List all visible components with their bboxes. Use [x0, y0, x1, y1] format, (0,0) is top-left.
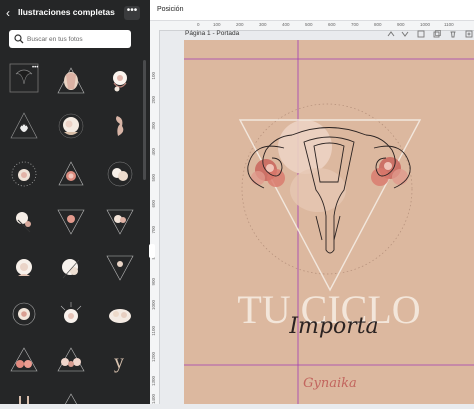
search-box[interactable]	[9, 30, 131, 48]
design-canvas[interactable]: TU CICLO Importa Gynaika	[184, 40, 474, 404]
illustration-thumb[interactable]	[104, 252, 136, 284]
illustration-thumb[interactable]	[55, 344, 87, 376]
illustration-thumb[interactable]	[55, 206, 87, 238]
ruler-tick: 1400	[151, 394, 156, 405]
illustration-thumb[interactable]	[55, 390, 87, 404]
editor-toolbar: Posición	[150, 0, 474, 21]
position-button[interactable]: Posición	[157, 6, 183, 13]
illustration-thumb[interactable]	[8, 344, 40, 376]
ruler-tick: 600	[151, 200, 156, 208]
illustration-thumb[interactable]	[8, 252, 40, 284]
delete-icon[interactable]	[449, 30, 457, 38]
ruler-tick: 100	[213, 22, 221, 27]
ruler-tick: 200	[236, 22, 244, 27]
ruler-tick: 900	[151, 278, 156, 286]
page-title[interactable]: Página 1 - Portada	[185, 30, 239, 37]
ruler-tick: 100	[151, 72, 156, 80]
illustrations-grid: ••• y	[0, 60, 150, 404]
svg-text:•••: •••	[32, 65, 38, 71]
illustration-thumb[interactable]	[104, 65, 136, 97]
ruler-tick: 400	[282, 22, 290, 27]
duplicate-icon[interactable]	[417, 30, 425, 38]
brand-name: Gynaika	[303, 376, 357, 391]
ruler-tick: 1000	[151, 300, 156, 311]
photos-panel: ‹ Ilustraciones completas ••• •••	[0, 0, 150, 404]
page-actions	[385, 30, 474, 39]
illustration-thumb[interactable]	[55, 110, 87, 142]
add-page-icon[interactable]	[465, 30, 473, 38]
ruler-tick: 0	[197, 22, 200, 27]
panel-header: ‹ Ilustraciones completas •••	[6, 5, 144, 23]
illustration-thumb[interactable]	[8, 110, 40, 142]
ruler-tick: 900	[397, 22, 405, 27]
chevron-up-icon[interactable]	[387, 30, 395, 38]
ruler-left: 100 200 300 400 500 600 700 800 900 1000…	[150, 30, 160, 404]
ruler-tick: 300	[259, 22, 267, 27]
ruler-tick: 600	[328, 22, 336, 27]
ruler-tick: 300	[151, 122, 156, 130]
panel-collapse-handle[interactable]	[149, 244, 155, 258]
ruler-tick: 1100	[151, 326, 156, 336]
design-artwork: TU CICLO Importa Gynaika	[184, 40, 474, 404]
design-script-title: Importa	[288, 314, 378, 339]
ruler-tick: 700	[151, 226, 156, 234]
illustration-thumb[interactable]	[104, 298, 136, 330]
illustration-thumb[interactable]	[104, 206, 136, 238]
search-icon	[14, 34, 24, 44]
search-input[interactable]	[27, 30, 127, 48]
ruler-tick: 1100	[444, 22, 454, 27]
illustration-thumb[interactable]	[55, 65, 87, 97]
ruler-tick: 200	[151, 96, 156, 104]
ruler-tick: 1000	[420, 22, 431, 27]
illustration-thumb[interactable]	[8, 298, 40, 330]
illustration-thumb[interactable]	[55, 298, 87, 330]
illustration-thumb[interactable]	[104, 110, 136, 142]
chevron-down-icon[interactable]	[401, 30, 409, 38]
illustration-thumb[interactable]	[55, 252, 87, 284]
copy-icon[interactable]	[433, 30, 441, 38]
illustration-thumb[interactable]	[55, 158, 87, 190]
illustration-thumb[interactable]: •••	[8, 62, 40, 94]
more-options-button[interactable]: •••	[124, 6, 140, 20]
ruler-tick: 500	[305, 22, 313, 27]
illustration-thumb[interactable]	[8, 390, 40, 404]
panel-scrollbar[interactable]	[143, 60, 146, 180]
chevron-left-icon[interactable]: ‹	[6, 6, 16, 20]
light-blob	[290, 168, 346, 212]
illustration-thumb[interactable]: y	[104, 344, 136, 376]
ruler-tick: 700	[351, 22, 359, 27]
panel-title: Ilustraciones completas	[18, 7, 115, 17]
ruler-tick: 500	[151, 174, 156, 182]
ruler-tick: 800	[374, 22, 382, 27]
illustration-thumb[interactable]	[8, 206, 40, 238]
ruler-tick: 1300	[151, 376, 156, 387]
ruler-tick: 400	[151, 148, 156, 156]
ruler-tick: 1200	[151, 352, 156, 363]
illustration-thumb[interactable]	[104, 158, 136, 190]
svg-text:y: y	[114, 351, 124, 373]
illustration-thumb[interactable]	[8, 158, 40, 190]
